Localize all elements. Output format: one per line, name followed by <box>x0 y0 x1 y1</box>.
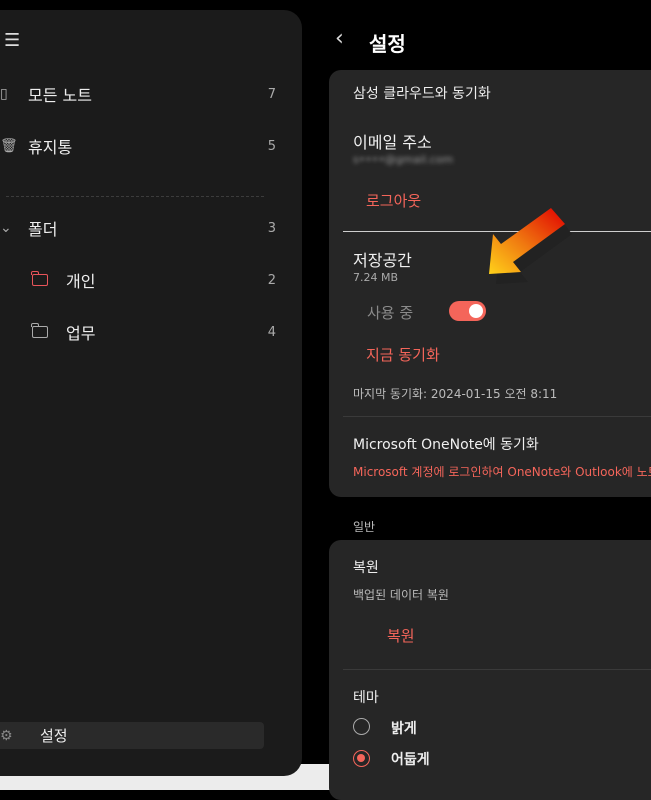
folder-icon <box>31 323 48 338</box>
notes-icon: ▯ <box>0 86 8 102</box>
divider <box>6 196 264 197</box>
sidebar-item-label: 설정 <box>40 727 68 745</box>
onenote-title[interactable]: Microsoft OneNote에 동기화 <box>353 434 539 454</box>
restore-title: 복원 <box>353 560 379 576</box>
toggle-knob <box>469 304 483 318</box>
sync-section-title: 삼성 클라우드와 동기화 <box>353 86 491 102</box>
general-card <box>329 540 651 800</box>
theme-dark-radio[interactable] <box>353 750 370 767</box>
sidebar-item-label: 업무 <box>66 324 96 343</box>
item-count: 2 <box>267 272 276 288</box>
storage-value: 7.24 MB <box>353 271 399 284</box>
item-count: 4 <box>267 324 276 340</box>
theme-light-label[interactable]: 밝게 <box>391 718 417 738</box>
sidebar-item-work[interactable]: 업무 4 <box>31 316 276 348</box>
theme-light-radio[interactable] <box>353 718 370 735</box>
logout-button[interactable]: 로그아웃 <box>366 190 421 211</box>
email-value: s••••@gmail.com <box>353 153 454 166</box>
restore-button[interactable]: 복원 <box>387 625 415 646</box>
general-section-label: 일반 <box>353 520 376 534</box>
trash-icon: 🗑 <box>0 138 18 154</box>
sidebar-item-all-notes[interactable]: ▯ 모든 노트 7 <box>0 78 276 110</box>
in-use-label: 사용 중 <box>367 304 414 322</box>
in-use-toggle[interactable] <box>449 301 486 321</box>
storage-label: 저장공간 <box>353 251 412 270</box>
sidebar-item-personal[interactable]: 개인 2 <box>31 264 276 296</box>
divider <box>343 669 651 670</box>
folder-collapse-icon: ⌄ <box>0 220 12 236</box>
sidebar: ☰ ▯ 모든 노트 7 🗑 휴지통 5 ⌄ 폴더 3 개인 2 업무 4 ⚙ 설… <box>0 10 302 776</box>
sidebar-item-label: 휴지통 <box>28 138 73 157</box>
sidebar-item-label: 폴더 <box>28 220 58 239</box>
last-sync-text: 마지막 동기화: 2024-01-15 오전 8:11 <box>353 387 558 401</box>
onenote-description: Microsoft 계정에 로그인하여 OneNote와 Outlook에 노트 <box>353 465 651 479</box>
item-count: 3 <box>267 220 276 236</box>
arrow-annotation <box>489 208 572 284</box>
restore-description: 백업된 데이터 복원 <box>353 588 449 602</box>
sidebar-item-label: 모든 노트 <box>28 86 92 105</box>
sidebar-item-settings[interactable]: ⚙ 설정 <box>0 722 264 749</box>
back-icon[interactable]: ‹ <box>335 26 344 51</box>
gear-icon: ⚙ <box>0 727 13 744</box>
item-count: 5 <box>267 138 276 154</box>
email-label: 이메일 주소 <box>353 133 432 152</box>
divider <box>343 416 651 417</box>
sidebar-item-label: 개인 <box>66 272 96 291</box>
item-count: 7 <box>267 86 276 102</box>
theme-label: 테마 <box>353 690 379 706</box>
sync-now-button[interactable]: 지금 동기화 <box>366 344 440 365</box>
theme-dark-label[interactable]: 어둡게 <box>391 749 430 769</box>
sidebar-item-trash[interactable]: 🗑 휴지통 5 <box>0 130 276 162</box>
folder-icon <box>31 271 48 286</box>
page-title: 설정 <box>369 32 406 56</box>
menu-icon[interactable]: ☰ <box>4 30 20 51</box>
sidebar-item-folders[interactable]: ⌄ 폴더 3 <box>0 212 276 244</box>
